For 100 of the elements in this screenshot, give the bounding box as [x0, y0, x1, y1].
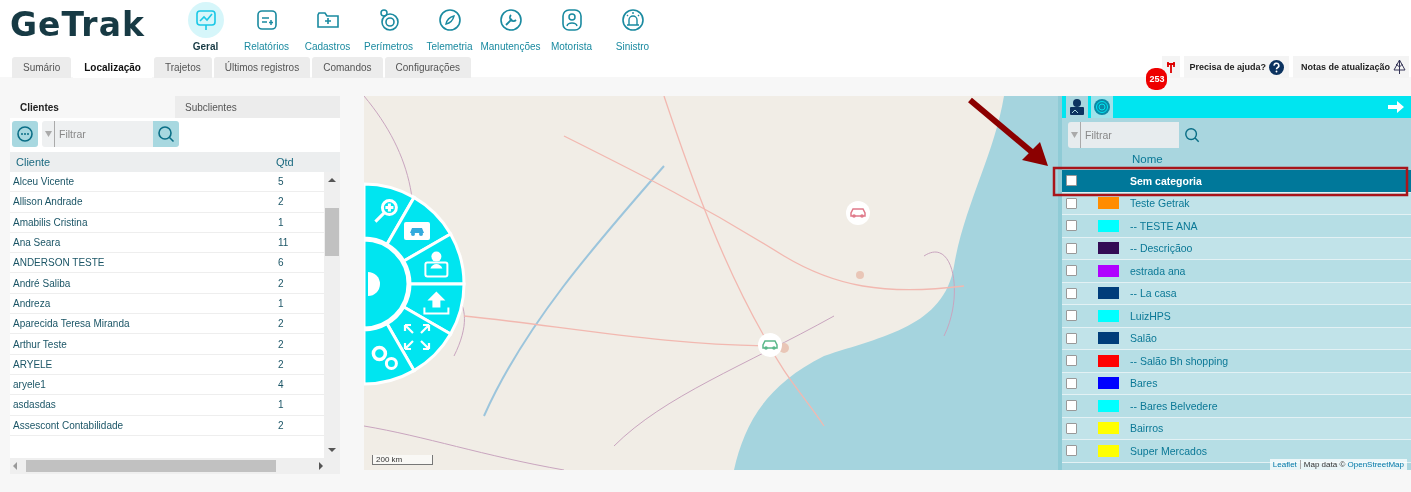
client-name[interactable]: Ana Seara — [10, 237, 275, 249]
client-row[interactable]: Andreza 1 — [10, 293, 324, 315]
filter-field[interactable]: Filtrar — [1080, 122, 1179, 148]
nav-item[interactable]: Motorista — [541, 0, 602, 52]
vehicle-marker[interactable] — [845, 200, 871, 226]
checkbox[interactable] — [1066, 400, 1077, 412]
dropdown-icon — [44, 131, 52, 137]
arrow-right-icon[interactable] — [319, 462, 323, 470]
category-name: -- Salão Bh shopping — [1130, 354, 1229, 367]
gears-icon — [371, 345, 398, 370]
alerts-button[interactable] — [1162, 56, 1181, 78]
category-row[interactable]: -- Descriçãoo — [1062, 237, 1411, 260]
options-button[interactable] — [12, 121, 38, 147]
nav-item[interactable]: Manutenções — [480, 0, 541, 52]
category-row[interactable]: LuizHPS — [1062, 305, 1411, 328]
nav-item[interactable]: Perímetros — [358, 0, 419, 52]
category-row[interactable]: Salão — [1062, 327, 1411, 350]
horizontal-scrollbar[interactable] — [10, 458, 340, 474]
client-row[interactable]: ANDERSON TESTE 6 — [10, 253, 324, 274]
search-button[interactable] — [153, 121, 179, 147]
tab[interactable]: Comandos — [312, 57, 383, 78]
checkbox[interactable] — [1066, 242, 1077, 254]
client-name[interactable]: ANDERSON TESTE — [10, 257, 275, 269]
client-row[interactable]: André Saliba 2 — [10, 273, 324, 294]
settings-button[interactable] — [364, 322, 416, 386]
client-row[interactable]: Arthur Teste 2 — [10, 334, 324, 355]
client-row[interactable]: Allison Andrade 2 — [10, 192, 324, 213]
checkbox[interactable] — [1066, 377, 1077, 389]
quantity: 2 — [277, 196, 285, 208]
checkbox[interactable] — [1066, 355, 1077, 367]
client-name[interactable]: André Saliba — [10, 277, 275, 289]
client-name[interactable]: asdasdas — [10, 399, 275, 411]
checkbox[interactable] — [1066, 310, 1077, 322]
quantity: 2 — [277, 419, 285, 431]
client-row[interactable]: ARYELE 2 — [10, 354, 324, 375]
user-map-button[interactable] — [1066, 96, 1088, 118]
tab[interactable]: Configurações — [384, 57, 472, 78]
column-header[interactable]: Cliente — [10, 156, 270, 168]
nav-item[interactable]: Relatórios — [236, 0, 297, 52]
quantity: 2 — [277, 338, 285, 350]
category-row[interactable]: -- La casa — [1062, 282, 1411, 305]
update-notes-button[interactable]: Notas de atualização — [1292, 56, 1409, 78]
arrow-left-icon[interactable] — [13, 462, 17, 470]
client-name[interactable]: Assescont Contabilidade — [10, 419, 275, 431]
collapse-button[interactable] — [364, 238, 410, 330]
client-row[interactable]: Assescont Contabilidade 2 — [10, 415, 324, 436]
column-header[interactable]: Qtd — [270, 156, 340, 168]
category-name: Salão — [1130, 332, 1157, 345]
client-name[interactable]: Amabilis Cristina — [10, 216, 275, 228]
leaflet-link[interactable]: Leaflet — [1272, 460, 1297, 469]
client-row[interactable]: Ana Seara 11 — [10, 232, 324, 254]
checkbox[interactable] — [1066, 445, 1077, 457]
category-row[interactable]: Sem categoria — [1062, 170, 1411, 193]
filter-input[interactable]: Filtrar — [1081, 129, 1179, 141]
filter-input[interactable]: Filtrar — [55, 128, 153, 140]
category-row[interactable]: -- TESTE ANA — [1062, 215, 1411, 238]
client-name[interactable]: Aparecida Teresa Miranda — [10, 318, 275, 330]
antenna-icon — [1166, 61, 1177, 73]
checkbox[interactable] — [1066, 332, 1077, 344]
category-row[interactable]: -- Salão Bh shopping — [1062, 350, 1411, 373]
nav-item[interactable]: Geral — [175, 0, 236, 52]
client-name[interactable]: Andreza — [10, 297, 275, 309]
scrollbar-thumb[interactable] — [26, 460, 276, 472]
category-row[interactable]: -- Bares Belvedere — [1062, 395, 1411, 418]
client-name[interactable]: Alceu Vicente — [10, 176, 275, 188]
tab[interactable]: Subclientes — [175, 96, 340, 118]
checkbox[interactable] — [1066, 265, 1077, 277]
nav-item[interactable]: Cadastros — [297, 0, 358, 52]
arrow-up-icon[interactable] — [328, 178, 336, 182]
quantity: 1 — [277, 297, 285, 309]
client-name[interactable]: aryele1 — [10, 379, 275, 391]
category-name: estrada ana — [1130, 264, 1186, 277]
vehicle-marker[interactable] — [757, 332, 783, 358]
arrow-down-icon[interactable] — [328, 448, 336, 452]
filter-field[interactable]: Filtrar — [54, 121, 153, 147]
scrollbar-thumb[interactable] — [325, 208, 339, 256]
tab[interactable]: Últimos registros — [213, 57, 311, 78]
checkbox[interactable] — [1066, 287, 1077, 299]
client-row[interactable]: aryele1 4 — [10, 374, 324, 396]
client-row[interactable]: Amabilis Cristina 1 — [10, 212, 324, 233]
client-row[interactable]: Aparecida Teresa Miranda 2 — [10, 314, 324, 335]
category-row[interactable]: estrada ana — [1062, 260, 1411, 283]
nav-item[interactable]: Sinistro — [602, 0, 663, 52]
tab[interactable]: Clientes — [10, 96, 175, 118]
help-button[interactable]: Precisa de ajuda? — [1184, 56, 1289, 78]
client-name[interactable]: ARYELE — [10, 358, 275, 370]
tab[interactable]: Trajetos — [153, 57, 212, 78]
category-row[interactable]: Bares — [1062, 372, 1411, 395]
category-row[interactable]: Bairros — [1062, 417, 1411, 440]
client-row[interactable]: Alceu Vicente 5 — [10, 172, 324, 193]
checkbox[interactable] — [1066, 422, 1077, 434]
checkbox[interactable] — [1066, 175, 1077, 187]
client-row[interactable]: asdasdas 1 — [10, 395, 324, 416]
checkbox[interactable] — [1066, 197, 1077, 209]
client-name[interactable]: Arthur Teste — [10, 338, 275, 350]
nav-item[interactable]: Telemetria — [419, 0, 480, 52]
tab[interactable]: Sumário — [12, 57, 72, 78]
openstreetmap-link[interactable]: OpenStreetMap — [1347, 460, 1404, 469]
checkbox[interactable] — [1066, 220, 1077, 232]
client-name[interactable]: Allison Andrade — [10, 196, 275, 208]
